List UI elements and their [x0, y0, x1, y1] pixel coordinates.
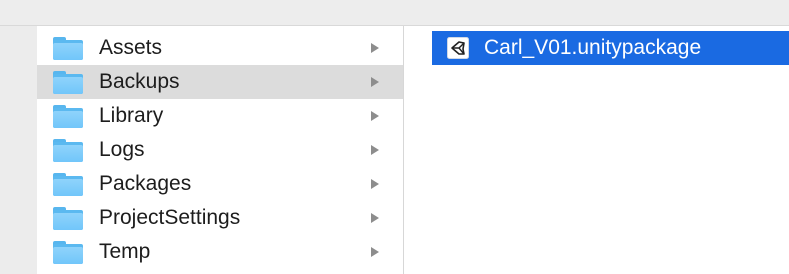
- chevron-right-icon[interactable]: [371, 43, 379, 53]
- folder-row-library[interactable]: Library: [37, 99, 403, 133]
- folder-label: Logs: [99, 138, 145, 161]
- file-row-carl-v01[interactable]: Carl_V01.unitypackage: [432, 31, 789, 65]
- toolbar-area: [0, 0, 789, 26]
- chevron-right-icon[interactable]: [371, 145, 379, 155]
- folder-label: ProjectSettings: [99, 206, 241, 229]
- chevron-right-icon[interactable]: [371, 213, 379, 223]
- file-label: Carl_V01.unitypackage: [484, 36, 702, 59]
- chevron-right-icon[interactable]: [371, 247, 379, 257]
- chevron-right-icon[interactable]: [371, 111, 379, 121]
- folder-icon: [52, 36, 84, 60]
- folder-label: Library: [99, 104, 164, 127]
- folder-label: Temp: [99, 240, 151, 263]
- folder-label: Backups: [99, 70, 180, 93]
- folder-icon: [52, 206, 84, 230]
- folder-icon: [52, 138, 84, 162]
- column-divider[interactable]: [404, 26, 432, 274]
- file-column[interactable]: Carl_V01.unitypackage: [432, 26, 789, 274]
- folder-row-assets[interactable]: Assets: [37, 31, 403, 65]
- folder-label: Assets: [99, 36, 163, 59]
- folder-row-temp[interactable]: Temp: [37, 235, 403, 269]
- folder-row-projectsettings[interactable]: ProjectSettings: [37, 201, 403, 235]
- folder-icon: [52, 104, 84, 128]
- folder-label: Packages: [99, 172, 192, 195]
- folder-icon: [52, 172, 84, 196]
- folder-icon: [52, 70, 84, 94]
- folder-row-logs[interactable]: Logs: [37, 133, 403, 167]
- folder-icon: [52, 240, 84, 264]
- sidebar-edge: [0, 26, 37, 274]
- folder-row-backups[interactable]: Backups: [37, 65, 403, 99]
- folder-column[interactable]: Assets Backups Library Logs Packages Pro…: [37, 26, 404, 274]
- finder-window: Assets Backups Library Logs Packages Pro…: [0, 0, 789, 274]
- unity-package-icon: [447, 37, 469, 59]
- chevron-right-icon[interactable]: [371, 179, 379, 189]
- folder-row-packages[interactable]: Packages: [37, 167, 403, 201]
- chevron-right-icon[interactable]: [371, 77, 379, 87]
